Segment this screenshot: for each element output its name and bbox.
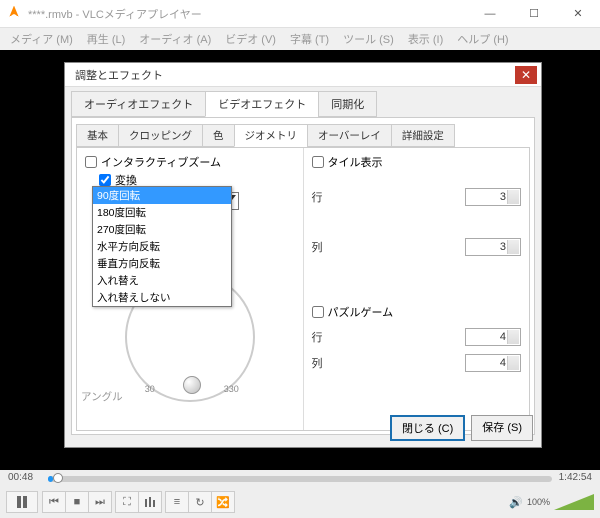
menu-audio[interactable]: オーディオ (A) — [133, 29, 217, 49]
dialog-button-row: 閉じる (C) 保存 (S) — [390, 415, 533, 441]
dialog-title: 調整とエフェクト — [75, 67, 515, 83]
playlist-button[interactable]: ≡ — [165, 491, 189, 513]
menu-view[interactable]: 表示 (I) — [402, 29, 449, 49]
tile-cols-row: 列 3 — [312, 238, 522, 256]
ext-settings-button[interactable] — [138, 491, 162, 513]
tile-cols-spinner[interactable]: 3 — [465, 238, 521, 256]
time-elapsed: 00:48 — [8, 472, 33, 483]
tile-cols-label: 列 — [312, 239, 340, 255]
puzzle-rows-label: 行 — [312, 329, 340, 345]
tile-label: タイル表示 — [328, 154, 383, 170]
pause-button[interactable] — [6, 491, 38, 513]
window-minimize-button[interactable]: — — [468, 0, 512, 28]
dropdown-option-noswap[interactable]: 入れ替えしない — [93, 289, 231, 306]
puzzle-cols-label: 列 — [312, 355, 340, 371]
player-controls: 00:48 1:42:54 ⏮ ■ ⏭ ⛶ ≡ ↻ 🔀 🔊 100% — [0, 470, 600, 518]
puzzle-input[interactable] — [312, 306, 324, 318]
dialog-titlebar: 調整とエフェクト ✕ — [65, 63, 541, 87]
dropdown-option-270[interactable]: 270度回転 — [93, 221, 231, 238]
angle-label: アングル — [81, 389, 123, 404]
window-titlebar: ****.rmvb - VLCメディアプレイヤー — ☐ ✕ — [0, 0, 600, 28]
volume-control: 🔊 100% — [509, 494, 594, 510]
seek-track[interactable] — [48, 476, 552, 482]
subtab-basic[interactable]: 基本 — [76, 124, 119, 147]
puzzle-checkbox[interactable]: パズルゲーム — [312, 304, 522, 320]
subtab-geometry[interactable]: ジオメトリ — [234, 124, 309, 147]
tile-input[interactable] — [312, 156, 324, 168]
volume-slider[interactable] — [554, 494, 594, 510]
equalizer-icon — [144, 497, 156, 507]
tile-rows-label: 行 — [312, 189, 340, 205]
window-close-button[interactable]: ✕ — [556, 0, 600, 28]
seek-thumb[interactable] — [53, 473, 63, 483]
main-menu-bar: メディア (M) 再生 (L) オーディオ (A) ビデオ (V) 字幕 (T)… — [0, 28, 600, 50]
transform-dropdown-list: 90度回転 180度回転 270度回転 水平方向反転 垂直方向反転 入れ替え 入… — [92, 186, 232, 307]
menu-media[interactable]: メディア (M) — [4, 29, 79, 49]
subtab-advanced[interactable]: 詳細設定 — [391, 124, 455, 147]
interactive-zoom-label: インタラクティブズーム — [101, 154, 221, 170]
dropdown-option-hflip[interactable]: 水平方向反転 — [93, 238, 231, 255]
menu-tools[interactable]: ツール (S) — [337, 29, 400, 49]
subtab-color[interactable]: 色 — [202, 124, 235, 147]
window-title: ****.rmvb - VLCメディアプレイヤー — [28, 6, 468, 22]
next-button[interactable]: ⏭ — [88, 491, 112, 513]
dropdown-option-90[interactable]: 90度回転 — [93, 187, 231, 204]
tab-video-effects[interactable]: ビデオエフェクト — [205, 91, 319, 117]
tab-synchronization[interactable]: 同期化 — [318, 91, 377, 117]
pause-icon — [16, 496, 28, 508]
puzzle-cols-row: 列 4 — [312, 354, 522, 372]
tile-checkbox[interactable]: タイル表示 — [312, 154, 522, 170]
dial-tick-330: 330 — [224, 384, 239, 394]
seek-bar-row: 00:48 1:42:54 — [0, 470, 600, 486]
interactive-zoom-input[interactable] — [85, 156, 97, 168]
shuffle-button[interactable]: 🔀 — [211, 491, 235, 513]
stop-button[interactable]: ■ — [65, 491, 89, 513]
dropdown-option-swap[interactable]: 入れ替え — [93, 272, 231, 289]
transform-input[interactable] — [99, 174, 111, 186]
subtab-overlay[interactable]: オーバーレイ — [307, 124, 392, 147]
subtab-crop[interactable]: クロッピング — [118, 124, 203, 147]
tile-rows-spinner[interactable]: 3 — [465, 188, 521, 206]
menu-video[interactable]: ビデオ (V) — [219, 29, 282, 49]
puzzle-rows-spinner[interactable]: 4 — [465, 328, 521, 346]
speaker-icon[interactable]: 🔊 — [509, 496, 523, 509]
time-total: 1:42:54 — [559, 472, 592, 483]
vlc-cone-icon — [6, 6, 22, 22]
window-maximize-button[interactable]: ☐ — [512, 0, 556, 28]
volume-percent: 100% — [527, 497, 550, 507]
fullscreen-button[interactable]: ⛶ — [115, 491, 139, 513]
dropdown-option-vflip[interactable]: 垂直方向反転 — [93, 255, 231, 272]
loop-button[interactable]: ↻ — [188, 491, 212, 513]
interactive-zoom-checkbox[interactable]: インタラクティブズーム — [85, 154, 295, 170]
menu-help[interactable]: ヘルプ (H) — [451, 29, 514, 49]
menu-playback[interactable]: 再生 (L) — [81, 29, 132, 49]
video-subtabs: 基本 クロッピング 色 ジオメトリ オーバーレイ 詳細設定 — [76, 124, 530, 147]
tile-rows-row: 行 3 — [312, 188, 522, 206]
dialog-tabs: オーディオエフェクト ビデオエフェクト 同期化 — [65, 87, 541, 117]
tab-audio-effects[interactable]: オーディオエフェクト — [71, 91, 206, 117]
dropdown-option-180[interactable]: 180度回転 — [93, 204, 231, 221]
prev-button[interactable]: ⏮ — [42, 491, 66, 513]
puzzle-rows-row: 行 4 — [312, 328, 522, 346]
dialog-close-btn[interactable]: 閉じる (C) — [390, 415, 465, 441]
dial-knob[interactable] — [183, 376, 201, 394]
dialog-close-button[interactable]: ✕ — [515, 66, 537, 84]
puzzle-cols-spinner[interactable]: 4 — [465, 354, 521, 372]
puzzle-label: パズルゲーム — [328, 304, 394, 320]
menu-subtitle[interactable]: 字幕 (T) — [284, 29, 335, 49]
control-button-row: ⏮ ■ ⏭ ⛶ ≡ ↻ 🔀 🔊 100% — [0, 486, 600, 518]
dialog-save-btn[interactable]: 保存 (S) — [471, 415, 533, 441]
dial-tick-30: 30 — [145, 384, 155, 394]
geometry-right-column: タイル表示 行 3 列 3 パズルゲーム 行 — [303, 148, 530, 430]
